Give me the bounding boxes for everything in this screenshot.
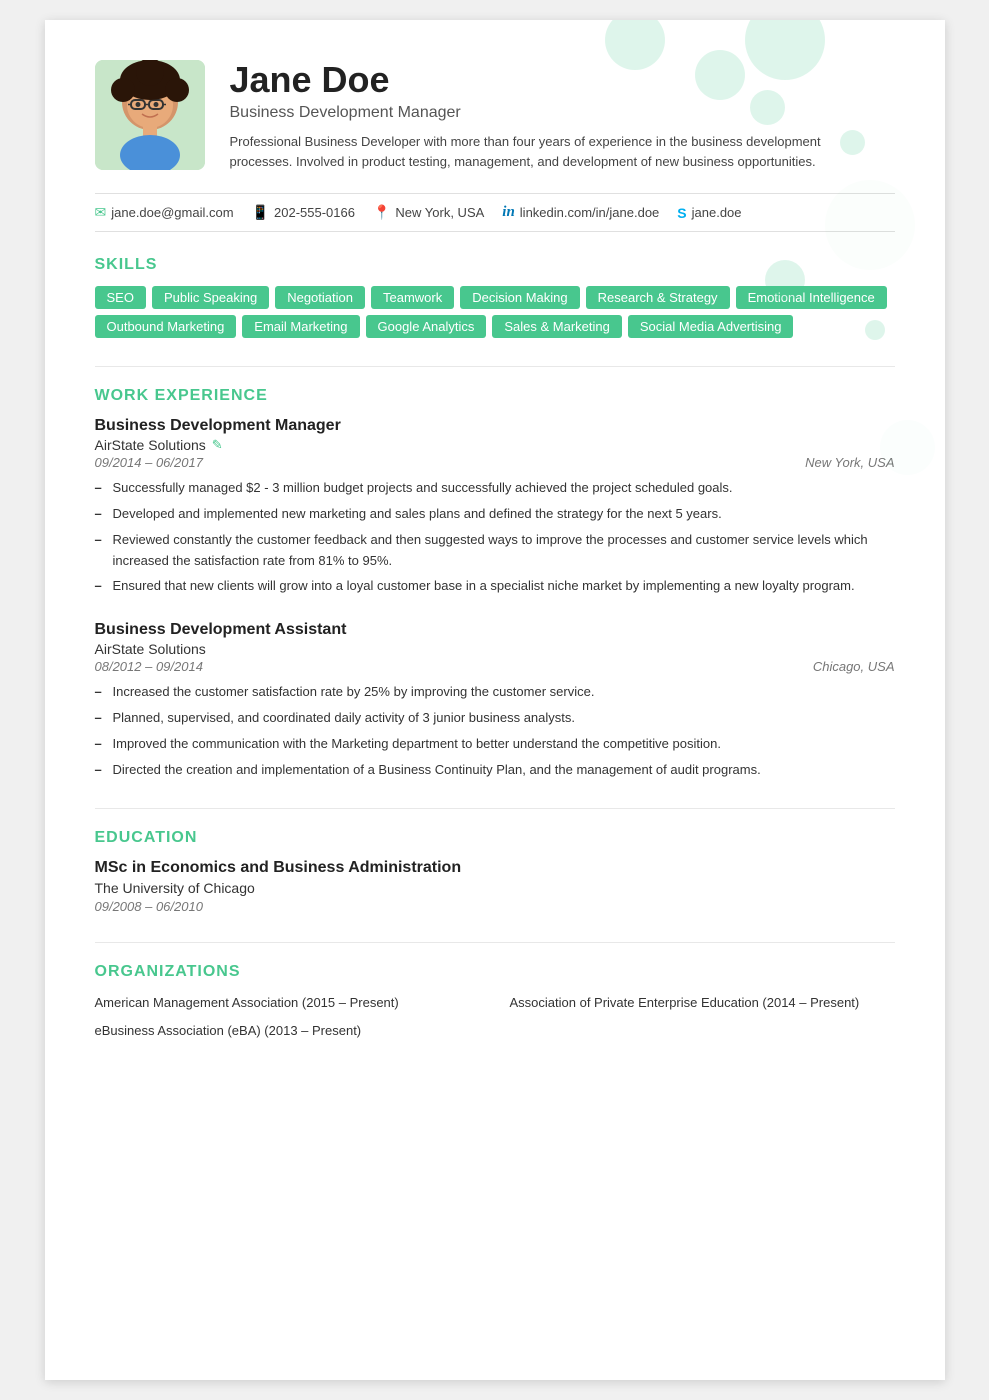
header-info: Jane Doe Business Development Manager Pr…	[230, 60, 895, 173]
job-bullet: Successfully managed $2 - 3 million budg…	[95, 478, 895, 499]
organizations-section-title: ORGANIZATIONS	[95, 963, 895, 981]
skills-section-title: SKILLS	[95, 256, 895, 274]
candidate-name: Jane Doe	[230, 60, 895, 100]
skills-section: SKILLS SEO Public Speaking Negotiation Team…	[95, 256, 895, 338]
location-text: New York, USA	[395, 205, 484, 220]
skype-text: jane.doe	[692, 205, 742, 220]
contact-email: ✉ jane.doe@gmail.com	[95, 204, 234, 221]
candidate-title: Business Development Manager	[230, 104, 895, 122]
job-company: AirState Solutions	[95, 437, 206, 453]
education-section-title: EDUCATION	[95, 829, 895, 847]
work-experience-section: WORK EXPERIENCE Business Development Man…	[95, 387, 895, 780]
skill-tag: Research & Strategy	[586, 286, 730, 309]
divider-3	[95, 942, 895, 943]
divider	[95, 366, 895, 367]
job-item: Business Development Assistant AirState S…	[95, 621, 895, 780]
phone-icon: 📱	[252, 204, 269, 221]
job-bullet: Ensured that new clients will grow into …	[95, 576, 895, 597]
contact-phone: 📱 202-555-0166	[252, 204, 355, 221]
job-item: Business Development Manager AirState Sol…	[95, 417, 895, 597]
job-company: AirState Solutions	[95, 641, 206, 657]
org-item: American Management Association (2015 – …	[95, 993, 480, 1013]
email-text: jane.doe@gmail.com	[111, 205, 233, 220]
contact-bar: ✉ jane.doe@gmail.com 📱 202-555-0166 📍 Ne…	[95, 193, 895, 232]
header-section: Jane Doe Business Development Manager Pr…	[95, 60, 895, 173]
education-section: EDUCATION MSc in Economics and Business …	[95, 829, 895, 914]
divider-2	[95, 808, 895, 809]
job-bullet: Improved the communication with the Mark…	[95, 734, 895, 755]
contact-location: 📍 New York, USA	[373, 204, 484, 221]
jobs-container: Business Development Manager AirState Sol…	[95, 417, 895, 780]
orgs-container: American Management Association (2015 – …	[95, 993, 895, 1040]
skill-tag: Sales & Marketing	[492, 315, 622, 338]
job-bullets: Successfully managed $2 - 3 million budg…	[95, 478, 895, 597]
job-meta-row: 09/2014 – 06/2017 New York, USA	[95, 455, 895, 470]
job-bullet: Developed and implemented new marketing …	[95, 504, 895, 525]
candidate-summary: Professional Business Developer with mor…	[230, 132, 830, 174]
job-meta-row: 08/2012 – 09/2014 Chicago, USA	[95, 659, 895, 674]
resume-container: Jane Doe Business Development Manager Pr…	[45, 20, 945, 1380]
organizations-section: ORGANIZATIONS American Management Associ…	[95, 963, 895, 1040]
skill-tag: SEO	[95, 286, 146, 309]
job-title: Business Development Assistant	[95, 621, 895, 639]
job-location: Chicago, USA	[813, 659, 895, 674]
job-bullet: Directed the creation and implementation…	[95, 760, 895, 781]
job-company-row: AirState Solutions	[95, 641, 895, 657]
location-icon: 📍	[373, 204, 390, 221]
job-title: Business Development Manager	[95, 417, 895, 435]
email-icon: ✉	[95, 204, 107, 221]
edu-degree: MSc in Economics and Business Administra…	[95, 859, 895, 877]
skill-tag: Decision Making	[460, 286, 579, 309]
avatar	[95, 60, 205, 170]
skill-tag: Social Media Advertising	[628, 315, 794, 338]
job-location: New York, USA	[805, 455, 894, 470]
contact-linkedin: in linkedin.com/in/jane.doe	[502, 204, 659, 221]
skill-tag: Google Analytics	[366, 315, 487, 338]
job-dates: 08/2012 – 09/2014	[95, 659, 203, 674]
edu-school: The University of Chicago	[95, 880, 895, 896]
job-dates: 09/2014 – 06/2017	[95, 455, 203, 470]
linkedin-icon: in	[502, 204, 515, 221]
org-item: Association of Private Enterprise Educat…	[510, 993, 895, 1013]
contact-skype: S jane.doe	[677, 205, 741, 221]
education-container: MSc in Economics and Business Administra…	[95, 859, 895, 914]
job-bullets: Increased the customer satisfaction rate…	[95, 682, 895, 780]
job-bullet: Reviewed constantly the customer feedbac…	[95, 530, 895, 572]
work-experience-title: WORK EXPERIENCE	[95, 387, 895, 405]
skill-tag: Emotional Intelligence	[736, 286, 887, 309]
education-entry: MSc in Economics and Business Administra…	[95, 859, 895, 914]
external-link-icon[interactable]: ✎	[212, 437, 223, 453]
edu-dates: 09/2008 – 06/2010	[95, 899, 895, 914]
skill-tag: Teamwork	[371, 286, 454, 309]
skill-tag: Public Speaking	[152, 286, 269, 309]
job-bullet: Planned, supervised, and coordinated dai…	[95, 708, 895, 729]
skype-icon: S	[677, 205, 686, 221]
org-item: eBusiness Association (eBA) (2013 – Pres…	[95, 1021, 480, 1041]
skill-tag: Negotiation	[275, 286, 365, 309]
skills-container: SEO Public Speaking Negotiation Teamwork Dec…	[95, 286, 895, 338]
phone-text: 202-555-0166	[274, 205, 355, 220]
job-bullet: Increased the customer satisfaction rate…	[95, 682, 895, 703]
linkedin-text: linkedin.com/in/jane.doe	[520, 205, 659, 220]
skill-tag: Outbound Marketing	[95, 315, 237, 338]
job-company-row: AirState Solutions ✎	[95, 437, 895, 453]
skill-tag: Email Marketing	[242, 315, 359, 338]
